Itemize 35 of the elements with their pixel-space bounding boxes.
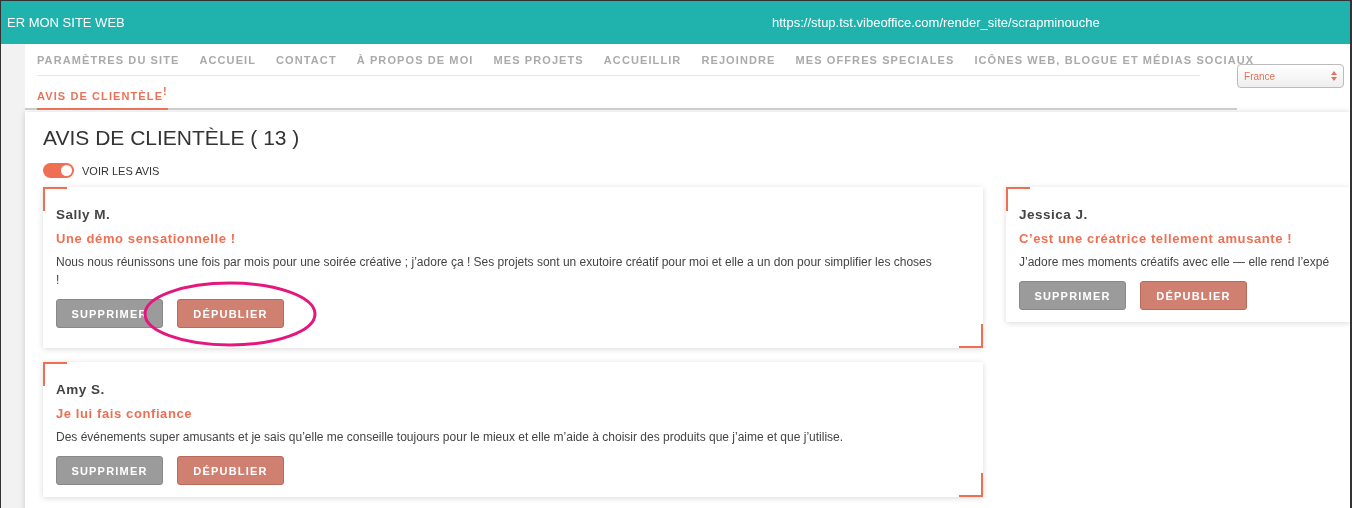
review-headline: Une démo sensationnelle ! [56,231,237,246]
delete-button[interactable]: SUPPRIMER [1019,281,1126,310]
review-text: J’adore mes moments créatifs avec elle — elle rend l’expé [1019,254,1331,271]
toggle-label: VOIR LES AVIS [82,164,160,177]
language-select[interactable]: France [1237,64,1344,88]
nav-link[interactable]: MES PROJETS [493,54,584,66]
review-author: Amy S. [56,382,106,397]
toggle-switch[interactable] [43,163,74,178]
nav-link[interactable]: ACCUEILLIR [603,54,682,66]
corner-accent [43,187,67,211]
review-headline: Je lui fais confiance [56,406,194,421]
nav-link[interactable]: À PROPOS DE MOI [356,54,474,66]
url-text: https://stup.tst.vibeoffice.com/render_site/scrapminouche [772,15,1100,30]
delete-button[interactable]: SUPPRIMER [56,456,163,485]
nav-link[interactable]: REJOINDRE [701,54,776,66]
corner-accent [43,362,67,386]
corner-accent [1006,187,1030,211]
site-title: ER MON SITE WEB [6,15,126,30]
sort-arrows-icon [1331,71,1337,81]
review-author: Sally M. [56,207,112,222]
nav-link[interactable]: MES OFFRES SPECIALES [795,54,955,66]
corner-accent [959,324,983,348]
unpublish-button[interactable]: DÉPUBLIER [1140,281,1247,310]
nav-link[interactable]: ICÔNES WEB, BLOGUE ET MÉDIAS SOCIAUX [974,54,1255,66]
page-title: AVIS DE CLIENTÈLE ( 13 ) [43,126,301,150]
review-text: Des événements super amusants et je sais qu’elle me conseille toujours pour le mieux et elle m’aide à choisir des produits que j’aime et que j’utilise. [56,429,845,446]
unpublish-button[interactable]: DÉPUBLIER [177,456,284,485]
nav-link[interactable]: PARAMÈTRES DU SITE [37,54,180,66]
nav-link[interactable]: ACCUEIL [199,54,257,66]
review-headline: C’est une créatrice tellement amusante ! [1019,231,1294,246]
review-author: Jessica J. [1019,207,1089,222]
nav-link[interactable]: CONTACT [276,54,337,66]
review-text: Nous nous réunissons une fois par mois pour une soirée créative ; j’adore ça ! Ses projets sont un exutoire créatif pour moi et elle a un don pour simplifier les choses ! [56,254,933,289]
unpublish-button[interactable]: DÉPUBLIER [177,299,284,328]
corner-accent [959,473,983,497]
